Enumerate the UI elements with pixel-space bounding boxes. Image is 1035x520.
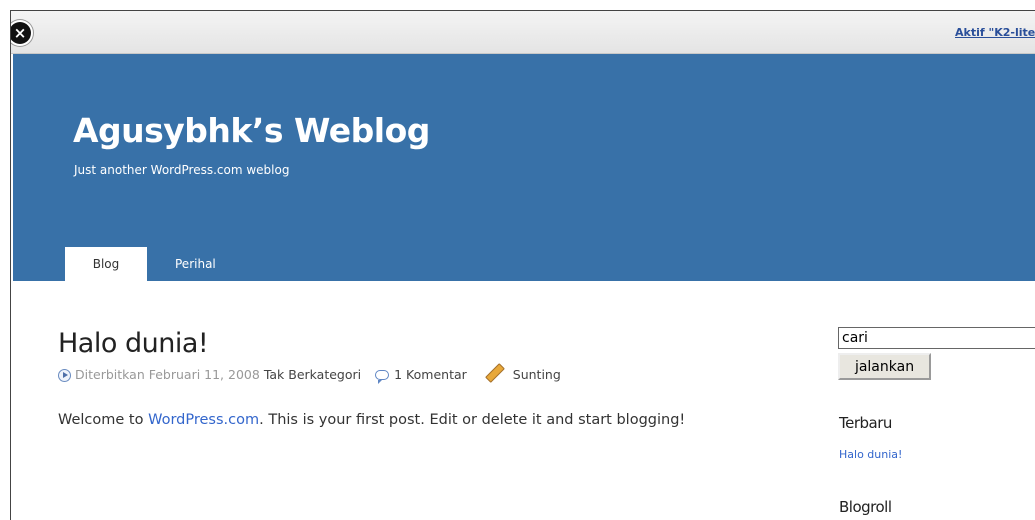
post-meta: Diterbitkan Februari 11, 2008 Tak Berkat… (58, 363, 561, 385)
search-button[interactable]: jalankan (838, 353, 931, 380)
site-header: Agusybhk’s Weblog Just another WordPress… (13, 54, 1035, 281)
search-input[interactable] (838, 327, 1035, 349)
tab-perihal[interactable]: Perihal (175, 247, 216, 281)
post-text-after: . This is your first post. Edit or delet… (259, 412, 686, 428)
close-icon[interactable]: × (11, 22, 31, 44)
recent-post-link[interactable]: Halo dunia! (839, 448, 902, 461)
edit-link[interactable]: Sunting (513, 367, 561, 382)
pencil-icon (484, 363, 505, 383)
top-bar: × Aktif "K2-lite (11, 11, 1035, 54)
category-link[interactable]: Tak Berkategori (264, 367, 361, 382)
recent-posts-title: Terbaru (839, 414, 892, 432)
site-title[interactable]: Agusybhk’s Weblog (73, 111, 430, 150)
site-tagline: Just another WordPress.com weblog (74, 163, 290, 177)
post-title[interactable]: Halo dunia! (58, 328, 209, 359)
tab-blog[interactable]: Blog (65, 247, 147, 281)
clock-icon (58, 369, 71, 382)
published-date: Diterbitkan Februari 11, 2008 (75, 367, 260, 382)
post-text-before: Welcome to (58, 412, 149, 428)
comments-link[interactable]: 1 Komentar (394, 367, 467, 382)
wordpress-link[interactable]: WordPress.com (148, 412, 259, 428)
browser-frame: × Aktif "K2-lite Agusybhk’s Weblog Just … (10, 10, 1035, 520)
blogroll-title: Blogroll (839, 498, 892, 516)
post-content: Welcome to WordPress.com. This is your f… (58, 407, 818, 433)
comment-bubble-icon (375, 370, 390, 384)
theme-notice-link[interactable]: Aktif "K2-lite (955, 26, 1035, 39)
